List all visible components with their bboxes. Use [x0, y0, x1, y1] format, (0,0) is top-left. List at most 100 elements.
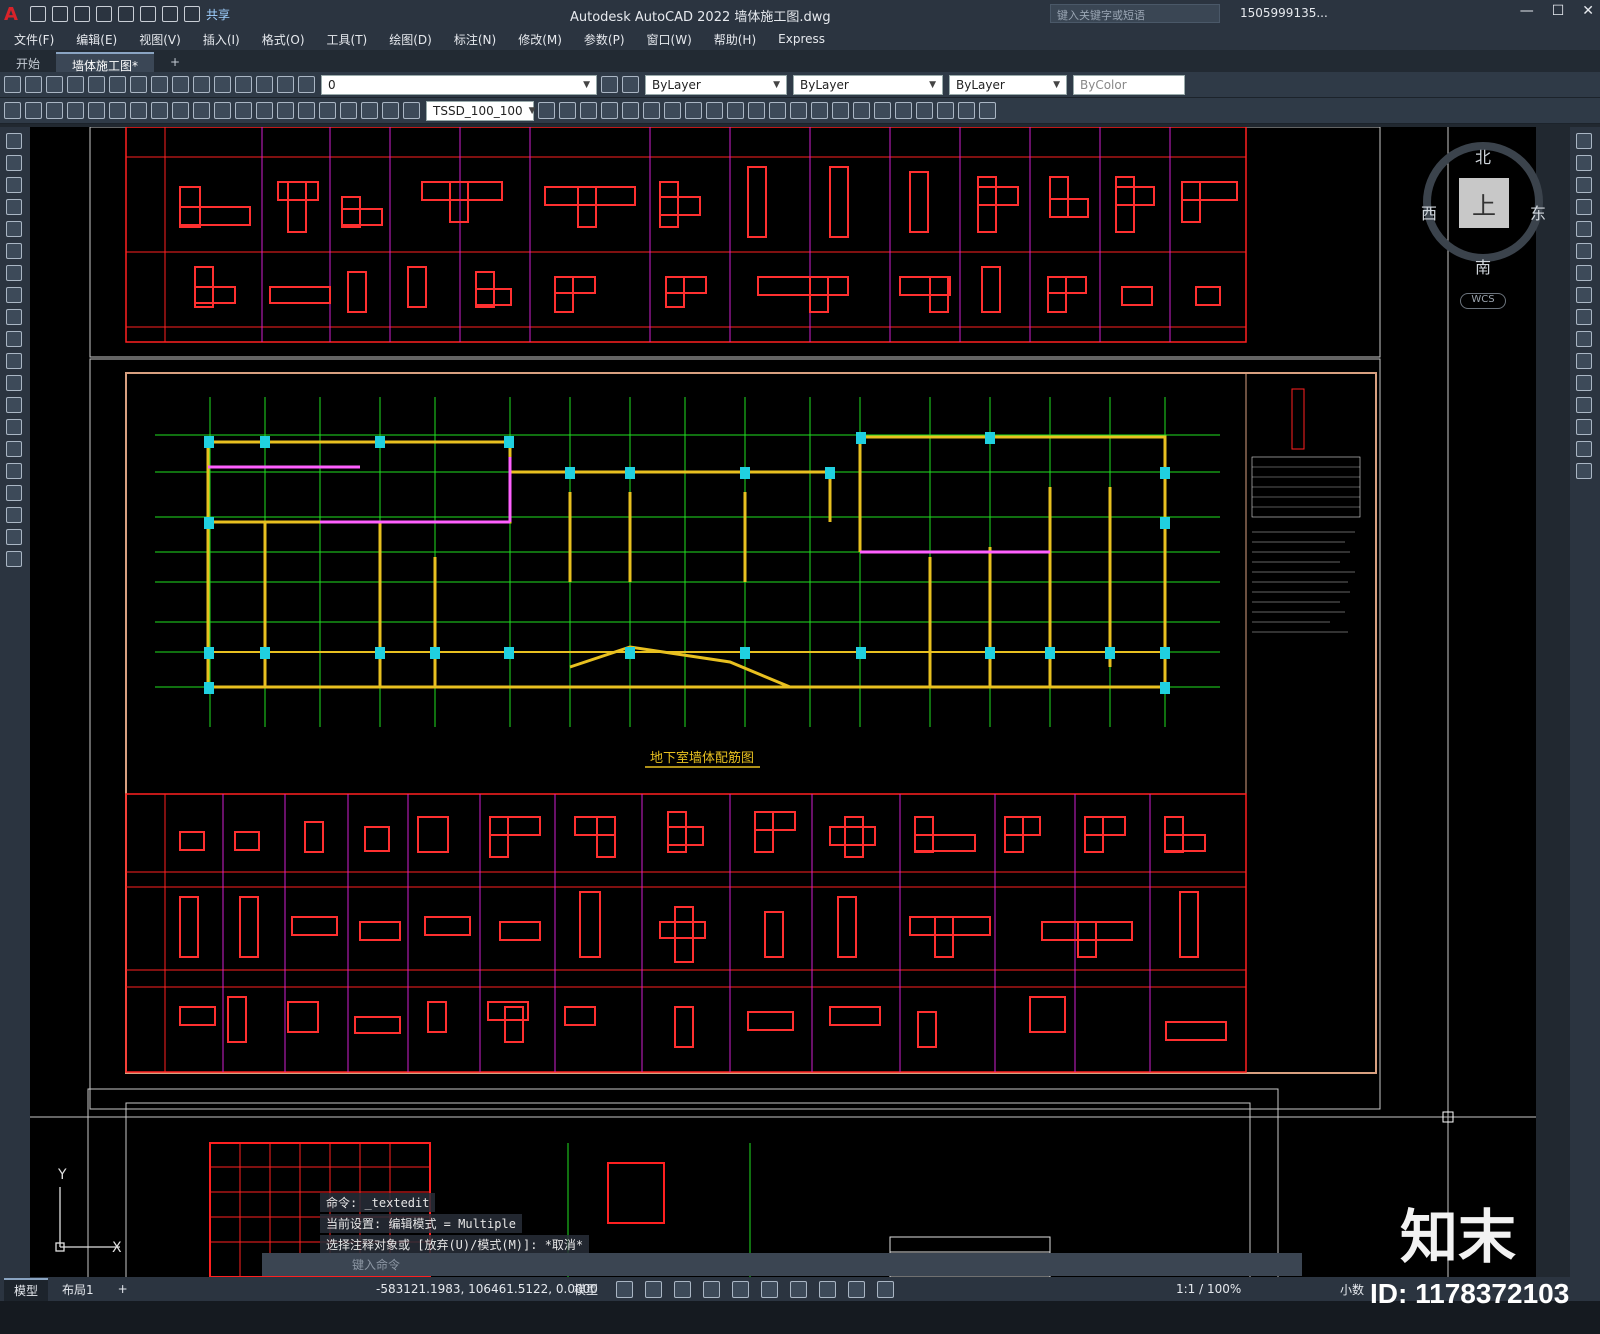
layout-tab[interactable]: 布局1	[52, 1279, 104, 1300]
menu-edit[interactable]: 编辑(E)	[76, 31, 117, 48]
add-layout-button[interactable]: +	[108, 1280, 138, 1298]
mirror-icon[interactable]	[1576, 177, 1592, 193]
tool-icon[interactable]	[214, 102, 231, 119]
help-icon[interactable]	[298, 76, 315, 93]
fillet-icon[interactable]	[1576, 441, 1592, 457]
line-icon[interactable]	[6, 133, 22, 149]
viewcube-north[interactable]: 北	[1475, 144, 1491, 168]
account-name[interactable]: 1505999135...	[1240, 6, 1328, 20]
open-icon[interactable]	[52, 6, 68, 22]
menu-modify[interactable]: 修改(M)	[518, 31, 562, 48]
array-icon[interactable]	[1576, 221, 1592, 237]
layer-prev-icon[interactable]	[622, 76, 639, 93]
layer-tool-icon[interactable]	[601, 76, 618, 93]
explode-icon[interactable]	[1576, 463, 1592, 479]
circle-icon[interactable]	[6, 265, 22, 281]
linetype-combo[interactable]: ByLayer ▼	[793, 74, 943, 95]
maximize-icon[interactable]: ☐	[1552, 3, 1565, 19]
cut-icon[interactable]	[130, 76, 147, 93]
menu-tools[interactable]: 工具(T)	[327, 31, 368, 48]
new-icon[interactable]	[30, 6, 46, 22]
lineweight-combo[interactable]: ByLayer ▼	[949, 74, 1067, 95]
tool-icon[interactable]	[538, 102, 555, 119]
erase-icon[interactable]	[1576, 133, 1592, 149]
join-icon[interactable]	[1576, 397, 1592, 413]
offset-icon[interactable]	[1576, 199, 1592, 215]
break-icon[interactable]	[1576, 375, 1592, 391]
copy-icon[interactable]	[1576, 155, 1592, 171]
paste-icon[interactable]	[172, 76, 189, 93]
menu-dimension[interactable]: 标注(N)	[454, 31, 496, 48]
annotation-icon[interactable]	[877, 1280, 894, 1298]
tool-icon[interactable]	[748, 102, 765, 119]
dim-ordinate-icon[interactable]	[130, 102, 147, 119]
polyline-icon[interactable]	[6, 177, 22, 193]
new-tab-button[interactable]: +	[154, 52, 196, 72]
tool-icon[interactable]	[25, 102, 42, 119]
viewcube-south[interactable]: 南	[1475, 254, 1491, 278]
search-input[interactable]: 键入关键字或短语	[1050, 4, 1220, 23]
grid-icon[interactable]	[616, 1280, 633, 1298]
plot-icon[interactable]	[67, 76, 84, 93]
menu-file[interactable]: 文件(F)	[14, 31, 54, 48]
command-input[interactable]: 键入命令	[262, 1253, 1302, 1276]
drawing-canvas[interactable]: 地下室墙体配筋图 Y X	[30, 127, 1536, 1277]
tool-icon[interactable]	[727, 102, 744, 119]
polar-icon[interactable]	[703, 1280, 720, 1298]
menu-draw[interactable]: 绘图(D)	[389, 31, 432, 48]
viewcube-east[interactable]: 东	[1530, 200, 1546, 224]
transparency-icon[interactable]	[819, 1280, 836, 1298]
dim-angular-icon[interactable]	[193, 102, 210, 119]
minimize-icon[interactable]: —	[1520, 3, 1534, 19]
tool-icon[interactable]	[256, 102, 273, 119]
units-display[interactable]: 小数	[1340, 1281, 1364, 1298]
move-icon[interactable]	[1576, 243, 1592, 259]
tool-icon[interactable]	[937, 102, 954, 119]
model-space-toggle[interactable]: 模型	[574, 1281, 598, 1298]
arc-icon[interactable]	[6, 243, 22, 259]
tool-icon[interactable]	[580, 102, 597, 119]
tool-icon[interactable]	[685, 102, 702, 119]
web-mobile-icon[interactable]	[118, 6, 134, 22]
menu-format[interactable]: 格式(O)	[262, 31, 305, 48]
add-selected-icon[interactable]	[6, 551, 22, 567]
ellipse-arc-icon[interactable]	[6, 353, 22, 369]
save-icon[interactable]	[74, 6, 90, 22]
pan-icon[interactable]	[235, 76, 252, 93]
wcs-menu[interactable]: WCS	[1460, 293, 1506, 309]
tool-icon[interactable]	[769, 102, 786, 119]
ortho-icon[interactable]	[674, 1280, 691, 1298]
spline-icon[interactable]	[6, 309, 22, 325]
dim-radius-icon[interactable]	[151, 102, 168, 119]
annotation-scale[interactable]: 1:1 / 100%	[1176, 1282, 1241, 1296]
tool-icon[interactable]	[643, 102, 660, 119]
menu-express[interactable]: Express	[778, 32, 825, 46]
publish-icon[interactable]	[109, 76, 126, 93]
save-as-icon[interactable]	[96, 6, 112, 22]
color-combo[interactable]: ByLayer ▼	[645, 74, 787, 95]
make-block-icon[interactable]	[6, 397, 22, 413]
plot-icon[interactable]	[140, 6, 156, 22]
dim-arc-icon[interactable]	[109, 102, 126, 119]
tool-icon[interactable]	[853, 102, 870, 119]
region-icon[interactable]	[6, 485, 22, 501]
undo-icon[interactable]	[162, 6, 178, 22]
layer-combo[interactable]: 0 ▼	[321, 74, 597, 95]
tool-icon[interactable]	[340, 102, 357, 119]
tool-icon[interactable]	[319, 102, 336, 119]
redo-icon[interactable]	[214, 76, 231, 93]
tool-icon[interactable]	[874, 102, 891, 119]
trim-icon[interactable]	[1576, 331, 1592, 347]
hatch-icon[interactable]	[6, 441, 22, 457]
plotstyle-combo[interactable]: ByColor	[1073, 74, 1185, 95]
otrack-icon[interactable]	[761, 1280, 778, 1298]
tool-icon[interactable]	[958, 102, 975, 119]
dim-linear-icon[interactable]	[67, 102, 84, 119]
viewcube-west[interactable]: 西	[1421, 200, 1437, 224]
tool-icon[interactable]	[361, 102, 378, 119]
tool-icon[interactable]	[235, 102, 252, 119]
dim-aligned-icon[interactable]	[88, 102, 105, 119]
lineweight-icon[interactable]	[790, 1280, 807, 1298]
tool-icon[interactable]	[706, 102, 723, 119]
tool-icon[interactable]	[622, 102, 639, 119]
